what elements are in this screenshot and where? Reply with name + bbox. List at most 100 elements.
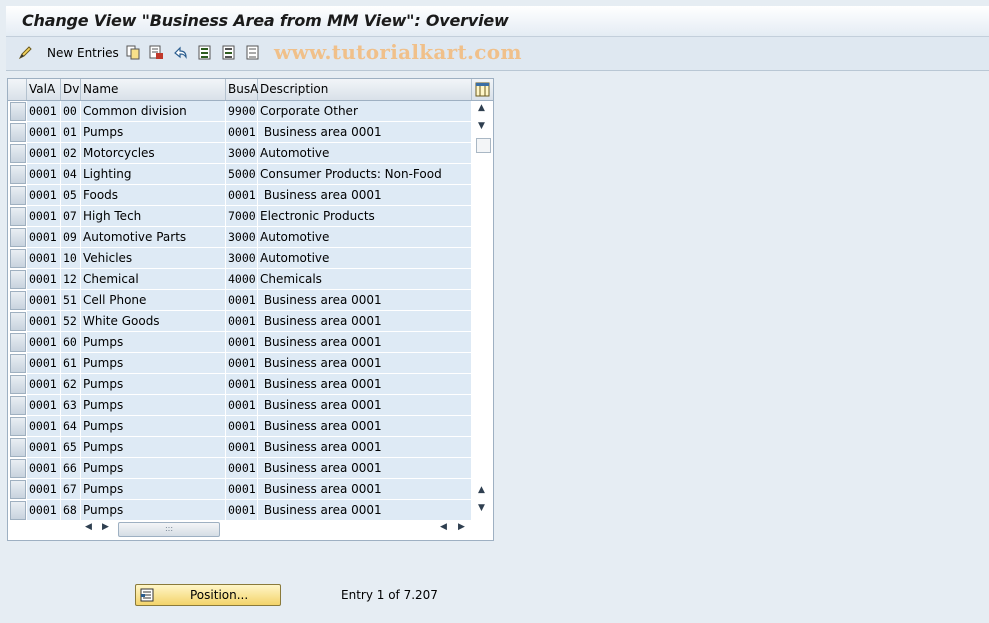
- cell-name[interactable]: Pumps: [81, 437, 226, 458]
- cell-name[interactable]: Automotive Parts: [81, 227, 226, 248]
- row-selector[interactable]: [10, 207, 26, 226]
- cell-dv[interactable]: 67: [61, 479, 81, 500]
- select-block-icon[interactable]: [222, 45, 237, 60]
- row-selector[interactable]: [10, 396, 26, 415]
- scrollbar-thumb[interactable]: [476, 138, 491, 153]
- vertical-scrollbar[interactable]: ▲ ▼ ▲ ▼: [474, 101, 492, 519]
- cell-busa[interactable]: 0001: [226, 500, 258, 521]
- cell-description[interactable]: Business area 0001: [258, 479, 472, 500]
- cell-dv[interactable]: 02: [61, 143, 81, 164]
- cell-busa[interactable]: 0001: [226, 122, 258, 143]
- display-change-icon[interactable]: [18, 45, 33, 60]
- cell-vala[interactable]: 0001: [27, 143, 61, 164]
- cell-busa[interactable]: 0001: [226, 311, 258, 332]
- horizontal-scrollbar[interactable]: ◀ ▶ ::: ◀ ▶: [80, 520, 472, 537]
- cell-description[interactable]: Business area 0001: [258, 311, 472, 332]
- cell-vala[interactable]: 0001: [27, 479, 61, 500]
- cell-description[interactable]: Business area 0001: [258, 395, 472, 416]
- cell-vala[interactable]: 0001: [27, 311, 61, 332]
- cell-busa[interactable]: 5000: [226, 164, 258, 185]
- cell-vala[interactable]: 0001: [27, 185, 61, 206]
- cell-dv[interactable]: 04: [61, 164, 81, 185]
- cell-name[interactable]: Pumps: [81, 479, 226, 500]
- cell-vala[interactable]: 0001: [27, 500, 61, 521]
- select-all-rows-cell[interactable]: [8, 79, 27, 100]
- cell-dv[interactable]: 61: [61, 353, 81, 374]
- cell-description[interactable]: Business area 0001: [258, 332, 472, 353]
- row-selector[interactable]: [10, 228, 26, 247]
- scroll-left-end-icon[interactable]: ◀: [440, 522, 447, 532]
- column-header-dv[interactable]: Dv: [61, 79, 81, 100]
- row-selector[interactable]: [10, 249, 26, 268]
- cell-name[interactable]: Lighting: [81, 164, 226, 185]
- cell-name[interactable]: White Goods: [81, 311, 226, 332]
- cell-dv[interactable]: 66: [61, 458, 81, 479]
- row-selector[interactable]: [10, 333, 26, 352]
- cell-description[interactable]: Chemicals: [258, 269, 472, 290]
- cell-vala[interactable]: 0001: [27, 332, 61, 353]
- cell-name[interactable]: High Tech: [81, 206, 226, 227]
- row-selector[interactable]: [10, 417, 26, 436]
- cell-vala[interactable]: 0001: [27, 353, 61, 374]
- row-selector[interactable]: [10, 144, 26, 163]
- horizontal-scrollbar-thumb[interactable]: :::: [118, 522, 220, 537]
- cell-busa[interactable]: 0001: [226, 290, 258, 311]
- select-all-icon[interactable]: [198, 45, 213, 60]
- cell-busa[interactable]: 0001: [226, 395, 258, 416]
- cell-busa[interactable]: 3000: [226, 227, 258, 248]
- cell-name[interactable]: Foods: [81, 185, 226, 206]
- cell-name[interactable]: Pumps: [81, 416, 226, 437]
- cell-name[interactable]: Common division: [81, 101, 226, 122]
- cell-dv[interactable]: 65: [61, 437, 81, 458]
- cell-dv[interactable]: 05: [61, 185, 81, 206]
- cell-name[interactable]: Vehicles: [81, 248, 226, 269]
- deselect-all-icon[interactable]: [246, 45, 261, 60]
- cell-dv[interactable]: 60: [61, 332, 81, 353]
- cell-dv[interactable]: 51: [61, 290, 81, 311]
- cell-vala[interactable]: 0001: [27, 164, 61, 185]
- scroll-left-icon[interactable]: ◀: [85, 522, 92, 532]
- row-selector[interactable]: [10, 480, 26, 499]
- cell-vala[interactable]: 0001: [27, 395, 61, 416]
- cell-name[interactable]: Motorcycles: [81, 143, 226, 164]
- cell-vala[interactable]: 0001: [27, 437, 61, 458]
- cell-name[interactable]: Cell Phone: [81, 290, 226, 311]
- cell-dv[interactable]: 52: [61, 311, 81, 332]
- cell-name[interactable]: Pumps: [81, 458, 226, 479]
- cell-dv[interactable]: 00: [61, 101, 81, 122]
- cell-description[interactable]: Business area 0001: [258, 185, 472, 206]
- cell-busa[interactable]: 3000: [226, 143, 258, 164]
- copy-icon[interactable]: [126, 45, 141, 60]
- cell-description[interactable]: Business area 0001: [258, 416, 472, 437]
- row-selector[interactable]: [10, 165, 26, 184]
- new-entries-button[interactable]: New Entries: [47, 46, 119, 60]
- column-header-name[interactable]: Name: [81, 79, 226, 100]
- cell-busa[interactable]: 0001: [226, 416, 258, 437]
- scroll-down-icon[interactable]: ▼: [478, 503, 485, 513]
- cell-vala[interactable]: 0001: [27, 269, 61, 290]
- cell-description[interactable]: Automotive: [258, 227, 472, 248]
- cell-description[interactable]: Business area 0001: [258, 122, 472, 143]
- cell-vala[interactable]: 0001: [27, 290, 61, 311]
- cell-description[interactable]: Business area 0001: [258, 458, 472, 479]
- cell-busa[interactable]: 0001: [226, 374, 258, 395]
- scroll-down-page-icon[interactable]: ▼: [478, 121, 485, 131]
- cell-busa[interactable]: 0001: [226, 332, 258, 353]
- cell-name[interactable]: Pumps: [81, 122, 226, 143]
- cell-name[interactable]: Pumps: [81, 332, 226, 353]
- cell-vala[interactable]: 0001: [27, 122, 61, 143]
- cell-description[interactable]: Business area 0001: [258, 437, 472, 458]
- cell-dv[interactable]: 12: [61, 269, 81, 290]
- cell-busa[interactable]: 0001: [226, 185, 258, 206]
- table-settings-icon[interactable]: [475, 82, 490, 97]
- cell-dv[interactable]: 68: [61, 500, 81, 521]
- cell-dv[interactable]: 64: [61, 416, 81, 437]
- cell-busa[interactable]: 0001: [226, 437, 258, 458]
- cell-description[interactable]: Automotive: [258, 248, 472, 269]
- row-selector[interactable]: [10, 312, 26, 331]
- scroll-right-icon[interactable]: ▶: [102, 522, 109, 532]
- cell-vala[interactable]: 0001: [27, 374, 61, 395]
- cell-dv[interactable]: 62: [61, 374, 81, 395]
- scroll-right-end-icon[interactable]: ▶: [458, 522, 465, 532]
- cell-name[interactable]: Pumps: [81, 395, 226, 416]
